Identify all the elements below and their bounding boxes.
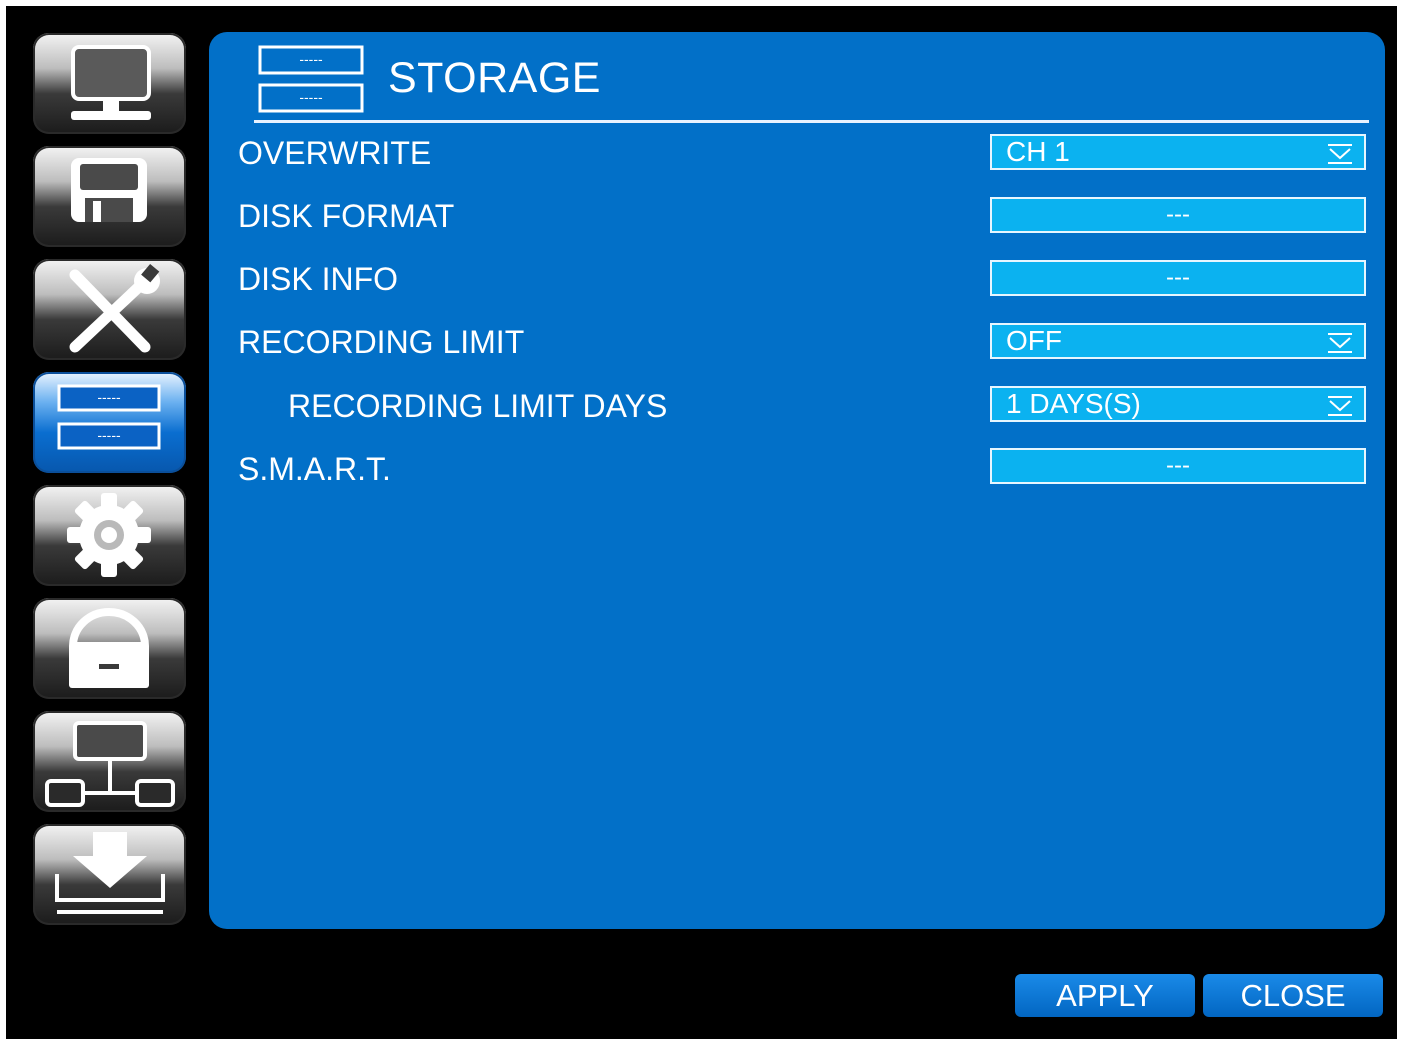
apply-button[interactable]: APPLY [1015, 974, 1195, 1017]
title-icon-text-bottom: ----- [299, 89, 323, 105]
disk-info-button[interactable]: --- [990, 260, 1366, 296]
storage-icon-text-bottom: ----- [97, 427, 121, 443]
title-divider [254, 120, 1369, 123]
dvr-menu-screen: ----- ----- ----- ----- STORAGE OVERWRIT… [6, 6, 1397, 1039]
floppy-disk-icon [71, 158, 147, 222]
storage-icon: ----- ----- [257, 44, 367, 121]
title-icon-text-top: ----- [299, 51, 323, 67]
monitor-icon [71, 45, 151, 120]
storage-panel: ----- ----- STORAGE OVERWRITE CH 1 DISK … [209, 32, 1385, 929]
smart-value: --- [1166, 452, 1190, 479]
network-icon [45, 721, 175, 807]
sidebar-item-storage[interactable]: ----- ----- [33, 372, 186, 473]
recording-limit-label: RECORDING LIMIT [238, 324, 525, 360]
recording-limit-select[interactable]: OFF [990, 323, 1366, 359]
sidebar-item-system[interactable] [33, 259, 186, 360]
sidebar-item-record[interactable] [33, 146, 186, 247]
download-icon [55, 832, 165, 914]
disk-info-label: DISK INFO [238, 261, 399, 297]
sidebar-item-display[interactable] [33, 33, 186, 134]
overwrite-label: OVERWRITE [238, 135, 432, 171]
recording-limit-days-label: RECORDING LIMIT DAYS [288, 388, 668, 424]
dropdown-arrow-icon [1328, 144, 1352, 164]
tools-icon [69, 263, 160, 353]
close-button[interactable]: CLOSE [1203, 974, 1383, 1017]
sidebar-item-config[interactable] [33, 485, 186, 586]
disk-format-value: --- [1166, 201, 1190, 228]
lock-icon [68, 608, 150, 688]
disk-format-label: DISK FORMAT [238, 198, 455, 234]
recording-limit-value: OFF [1006, 325, 1062, 356]
dropdown-arrow-icon [1328, 333, 1352, 353]
disk-info-value: --- [1166, 264, 1190, 291]
sidebar-item-network[interactable] [33, 711, 186, 812]
recording-limit-days-value: 1 DAYS(S) [1006, 388, 1141, 419]
storage-icon-text-top: ----- [97, 389, 121, 405]
sidebar-item-update[interactable] [33, 824, 186, 925]
smart-button[interactable]: --- [990, 448, 1366, 484]
overwrite-select[interactable]: CH 1 [990, 134, 1366, 170]
overwrite-value: CH 1 [1006, 136, 1070, 167]
disk-format-button[interactable]: --- [990, 197, 1366, 233]
gear-icon [67, 493, 151, 577]
sidebar-item-security[interactable] [33, 598, 186, 699]
page-title: STORAGE [388, 54, 601, 102]
recording-limit-days-select[interactable]: 1 DAYS(S) [990, 386, 1366, 422]
dropdown-arrow-icon [1328, 396, 1352, 416]
smart-label: S.M.A.R.T. [238, 451, 391, 487]
